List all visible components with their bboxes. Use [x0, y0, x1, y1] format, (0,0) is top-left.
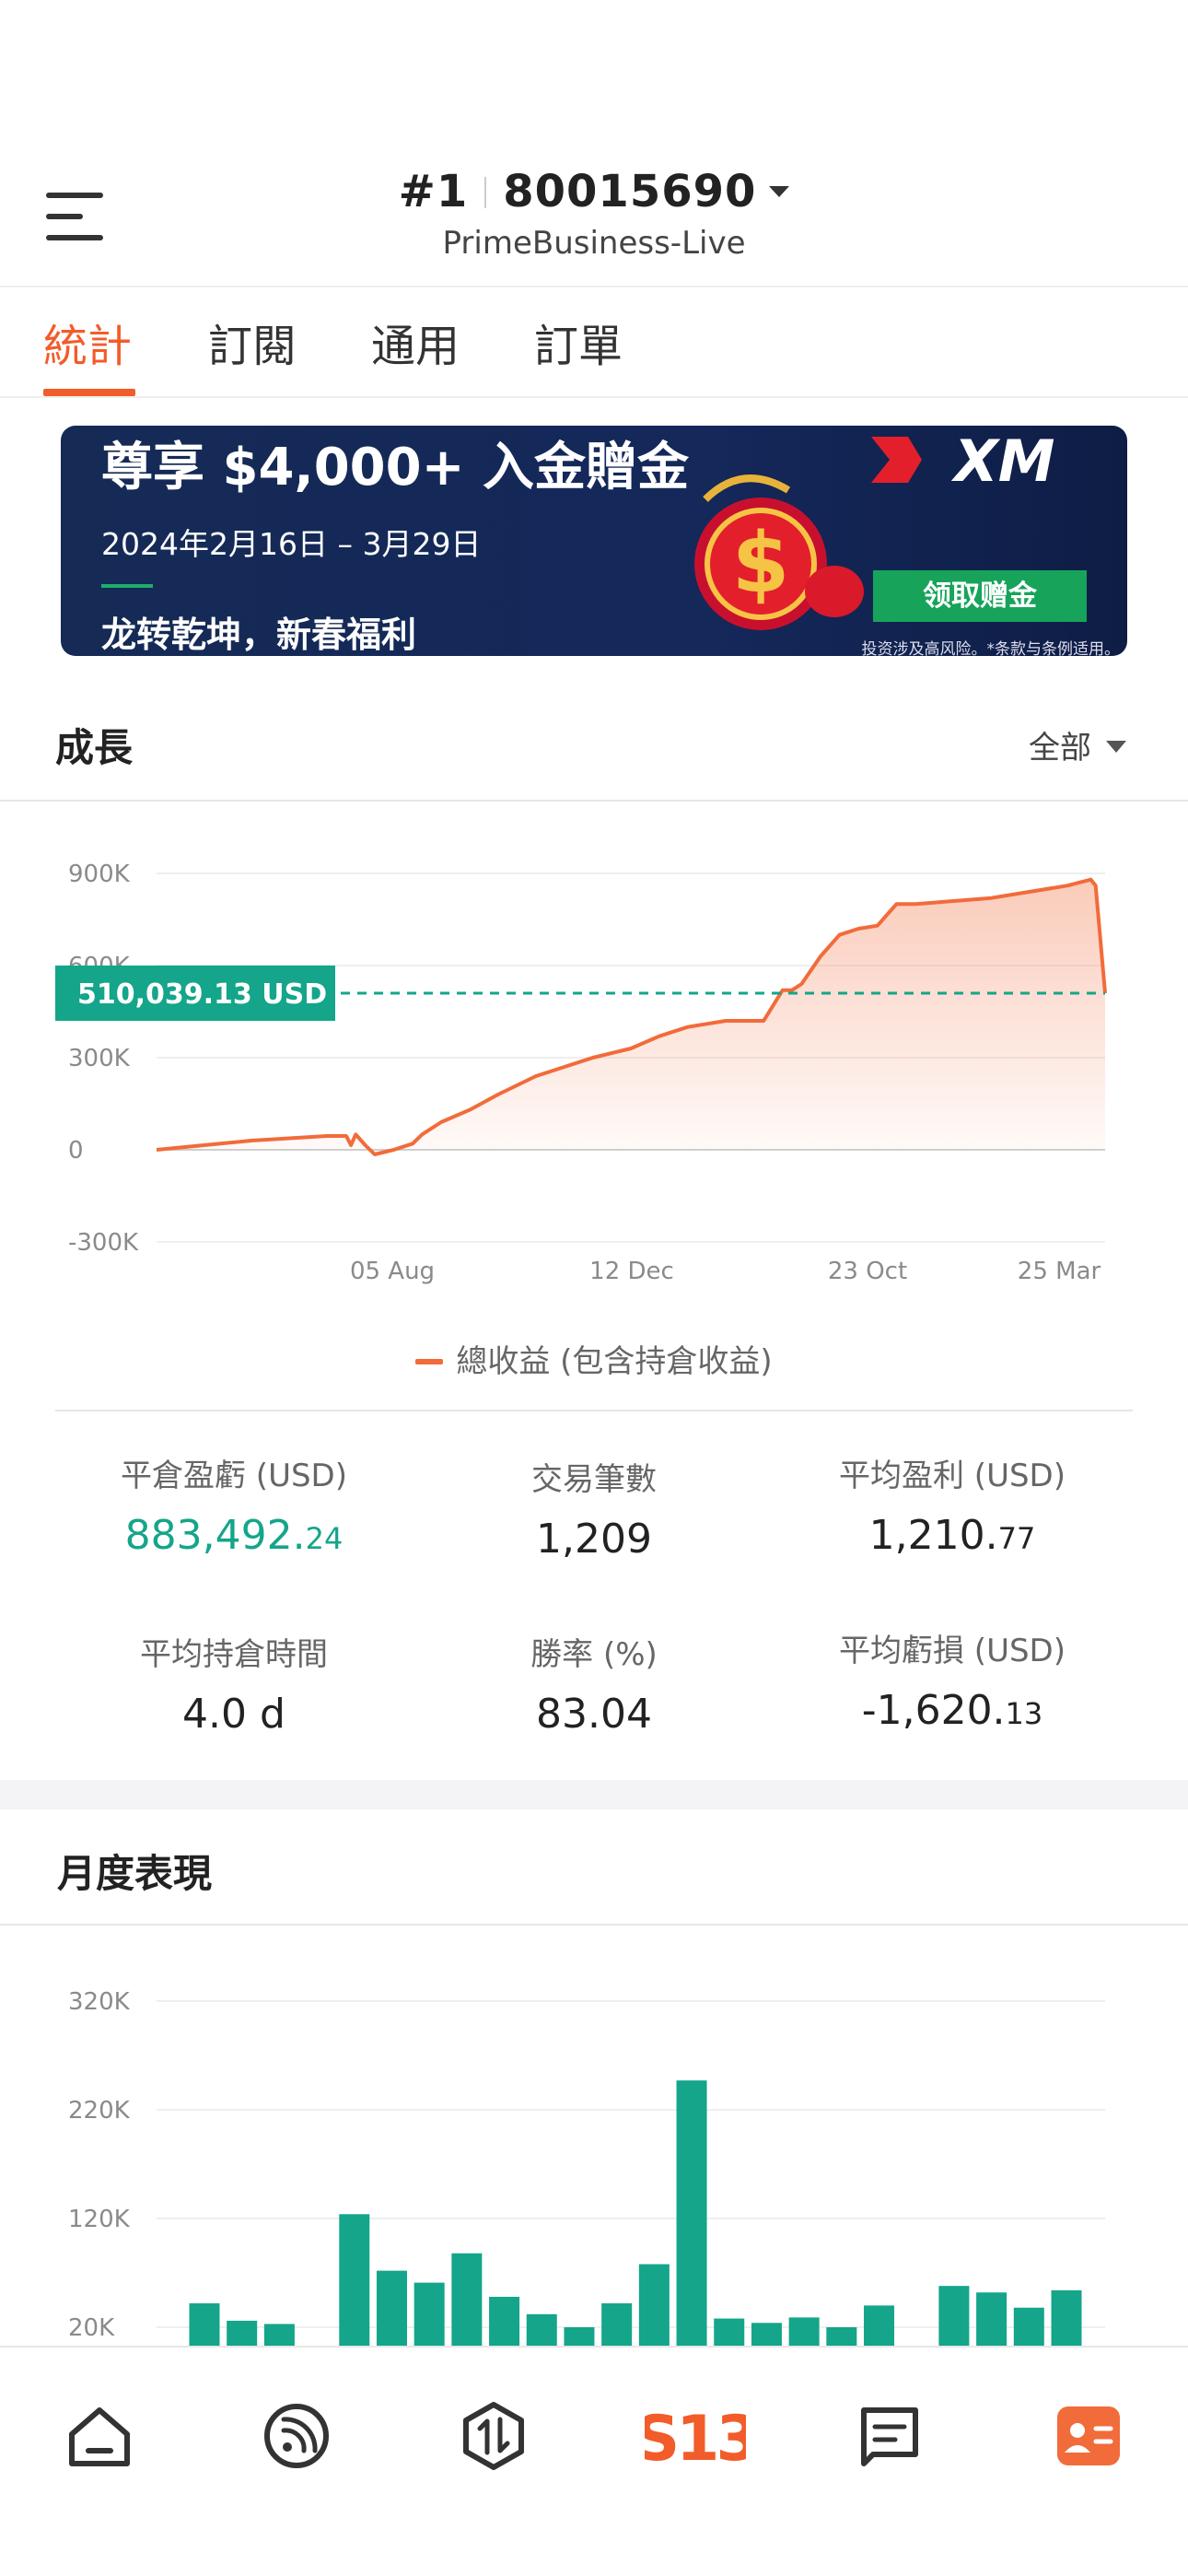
y-tick-label: 120K [68, 2206, 131, 2233]
banner-date-range: 2024年2月16日 – 3月29日 [101, 526, 482, 562]
account-number: 80015690 [503, 166, 757, 217]
monthly-title: 月度表現 [57, 1851, 213, 1896]
monthly-bar[interactable] [451, 2253, 483, 2346]
banner-headline: 尊享 $4,000+ 入金贈金 [101, 438, 690, 498]
legend-swatch [415, 1359, 444, 1364]
stat-label: 平倉盈虧 (USD) [121, 1458, 347, 1494]
monthly-bar[interactable] [339, 2214, 370, 2346]
monthly-bar[interactable] [263, 2324, 295, 2346]
monthly-bar[interactable] [676, 2080, 707, 2346]
monthly-bar[interactable] [714, 2318, 745, 2346]
stat-trade-count: 交易筆數 1,209 [410, 1454, 778, 1563]
svg-text:510,039.13 USD: 510,039.13 USD [77, 978, 327, 1011]
stat-value: 1,210.77 [868, 1512, 1036, 1559]
monthly-bar[interactable] [938, 2286, 970, 2346]
current-value-tag: 510,039.13 USD [55, 965, 335, 1021]
app-header: #1 80015690 PrimeBusiness-Live [0, 0, 1188, 287]
stat-label: 平均持倉時間 [140, 1636, 328, 1673]
monthly-bar[interactable] [526, 2313, 557, 2346]
tab-subscribe[interactable]: 訂閱 [208, 310, 297, 374]
monthly-bar[interactable] [376, 2270, 407, 2346]
y-tick-label: 0 [68, 1137, 84, 1165]
stat-label: 勝率 (%) [530, 1636, 658, 1673]
y-tick-label: 300K [68, 1045, 131, 1072]
stat-label: 平均盈利 (USD) [839, 1458, 1066, 1494]
monthly-bar[interactable] [189, 2303, 220, 2346]
stat-value: 83.04 [536, 1691, 652, 1738]
monthly-bar[interactable] [826, 2327, 857, 2346]
stat-value: -1,620.13 [861, 1687, 1043, 1734]
y-tick-label: 900K [68, 861, 131, 888]
stat-avg-hold-time: 平均持倉時間 4.0 d [50, 1629, 418, 1738]
account-rank: #1 [398, 166, 469, 217]
chevron-down-icon [1106, 741, 1126, 753]
stat-value: 1,209 [536, 1516, 652, 1563]
period-filter-label: 全部 [1029, 730, 1091, 767]
feed-icon[interactable] [260, 2399, 333, 2473]
monthly-chart[interactable]: 320K 220K 120K 20K [0, 1953, 1188, 2346]
x-tick-label: 05 Aug [350, 1258, 435, 1285]
home-icon[interactable] [63, 2399, 136, 2473]
x-tick-label: 25 Mar [1018, 1258, 1101, 1285]
banner-divider [101, 584, 153, 588]
monthly-bar[interactable] [564, 2327, 595, 2346]
stat-win-rate: 勝率 (%) 83.04 [410, 1629, 778, 1738]
account-server: PrimeBusiness-Live [442, 225, 746, 262]
stat-avg-loss: 平均虧損 (USD) -1,620.13 [768, 1625, 1136, 1734]
tab-active-indicator [43, 389, 135, 396]
tab-statistics[interactable]: 統計 [43, 310, 132, 374]
bottom-nav: S13 [0, 2346, 1188, 2576]
banner-tagline: 龙转乾坤，新春福利 [101, 615, 417, 655]
monthly-bar[interactable] [638, 2264, 670, 2346]
banner-disclaimer: 投资涉及高风险。*条款与条例适用。 [861, 640, 1121, 656]
section-divider [55, 1410, 1133, 1411]
svg-text:S13: S13 [645, 2403, 746, 2473]
tab-bar: 統計 訂閱 通用 訂單 [0, 287, 1188, 398]
section-gap [0, 1780, 1188, 1809]
stat-avg-profit: 平均盈利 (USD) 1,210.77 [768, 1450, 1136, 1559]
monthly-bar[interactable] [751, 2323, 782, 2346]
y-tick-label: 320K [68, 1988, 131, 2016]
section-divider [0, 1924, 1188, 1926]
growth-chart[interactable]: 900K600K300K0-300K 05 Aug12 Dec23 Oct25 … [0, 829, 1188, 1308]
trade-icon[interactable] [457, 2399, 530, 2473]
s13-icon[interactable]: S13 [645, 2399, 746, 2473]
stat-label: 平均虧損 (USD) [839, 1633, 1066, 1669]
chart-legend: 總收益 (包含持倉收益) [0, 1336, 1188, 1381]
period-filter[interactable]: 全部 [1029, 722, 1126, 767]
y-tick-label: 20K [68, 2314, 115, 2342]
y-tick-label: 220K [68, 2097, 131, 2125]
stat-label: 交易筆數 [531, 1461, 657, 1498]
messages-icon[interactable] [853, 2399, 926, 2473]
stat-value: 4.0 d [182, 1691, 285, 1738]
tab-general[interactable]: 通用 [371, 310, 460, 374]
account-selector[interactable]: #1 80015690 [0, 166, 1188, 217]
y-tick-label: -300K [68, 1229, 139, 1257]
monthly-bar[interactable] [1051, 2289, 1082, 2346]
tab-orders[interactable]: 訂單 [534, 310, 623, 374]
svg-text:$: $ [732, 515, 790, 612]
monthly-bar[interactable] [1013, 2307, 1044, 2346]
lucky-bag-icon: $ [694, 474, 864, 630]
profile-card-icon[interactable] [1052, 2399, 1125, 2473]
claim-bonus-button[interactable]: 领取赠金 [873, 570, 1087, 622]
monthly-bar[interactable] [227, 2320, 258, 2346]
monthly-bar[interactable] [601, 2303, 633, 2346]
chevron-down-icon [769, 186, 790, 197]
growth-title: 成長 [55, 725, 134, 770]
monthly-bar[interactable] [864, 2305, 895, 2346]
promo-banner[interactable]: 尊享 $4,000+ 入金贈金 2024年2月16日 – 3月29日 龙转乾坤，… [61, 426, 1127, 656]
monthly-bar[interactable] [788, 2317, 820, 2346]
x-tick-label: 12 Dec [589, 1258, 674, 1285]
legend-label: 總收益 (包含持倉收益) [456, 1343, 773, 1380]
monthly-bar[interactable] [489, 2296, 520, 2346]
monthly-bar[interactable] [413, 2282, 445, 2346]
xm-logo: XM [871, 427, 1055, 492]
section-divider [0, 800, 1188, 802]
x-tick-label: 23 Oct [828, 1258, 907, 1285]
svg-text:XM: XM [950, 427, 1055, 492]
stat-value: 883,492.24 [124, 1512, 344, 1559]
stat-closed-pnl: 平倉盈虧 (USD) 883,492.24 [50, 1450, 418, 1559]
monthly-bar[interactable] [976, 2292, 1007, 2346]
